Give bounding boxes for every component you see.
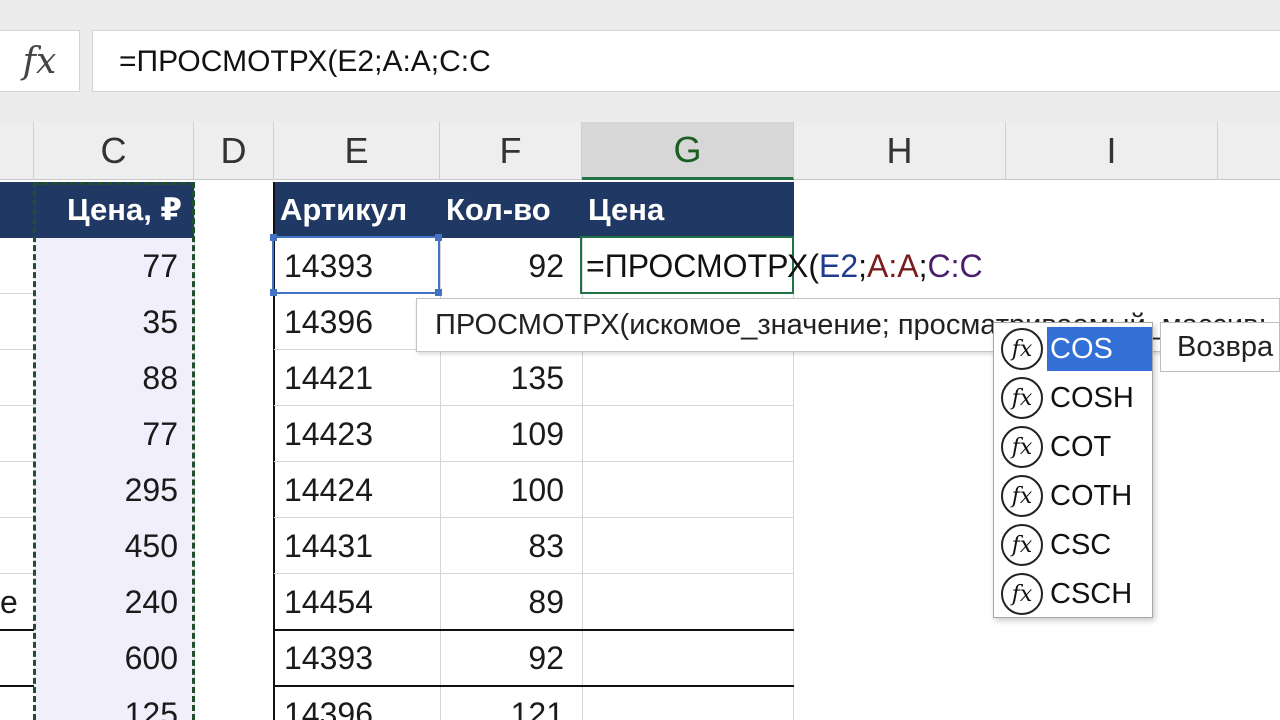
column-header-d[interactable]: D xyxy=(194,122,274,180)
qty-cell[interactable]: 109 xyxy=(440,406,582,462)
reference-highlight-e2 xyxy=(270,234,442,296)
autocomplete-list[interactable]: fx COS fx COSH fx COT fx COTH fx CSC fx … xyxy=(993,322,1153,618)
formula-ref-e2: E2 xyxy=(818,248,859,284)
fx-function-icon: fx xyxy=(1001,426,1043,468)
price-cell[interactable]: 125 xyxy=(34,686,194,720)
autocomplete-item-cos[interactable]: fx COS xyxy=(994,324,1152,373)
autocomplete-item-cot[interactable]: fx COT xyxy=(994,422,1152,471)
fx-function-icon: fx xyxy=(1001,524,1043,566)
price-lookup-header-cell[interactable]: Цена xyxy=(582,182,794,238)
article-cell[interactable]: 14421 xyxy=(274,350,440,406)
resize-handle[interactable] xyxy=(435,289,442,296)
autocomplete-item-label: COT xyxy=(1050,431,1112,463)
fx-function-icon: fx xyxy=(1001,573,1043,615)
insert-function-button[interactable]: fx xyxy=(0,30,80,92)
cell-edit-formula[interactable]: =ПРОСМОТРХ(E2;A:A;C:C xyxy=(586,238,983,294)
grid-line xyxy=(0,573,34,574)
formula-separator: ; xyxy=(858,248,867,284)
copy-marquee-right xyxy=(192,182,195,720)
qty-cell[interactable]: 135 xyxy=(440,350,582,406)
copy-marquee-top xyxy=(33,182,195,185)
price-cell[interactable]: 77 xyxy=(34,406,194,462)
resize-handle[interactable] xyxy=(435,234,442,241)
article-header-cell[interactable]: Артикул xyxy=(274,182,440,238)
price-cell[interactable]: 77 xyxy=(34,238,194,294)
article-cell[interactable]: 14431 xyxy=(274,518,440,574)
autocomplete-item-label: CSCH xyxy=(1050,578,1133,610)
qty-cell[interactable]: 92 xyxy=(440,238,582,294)
qty-cell[interactable]: 92 xyxy=(440,630,582,686)
column-header-h[interactable]: H xyxy=(794,122,1006,180)
resize-handle[interactable] xyxy=(270,234,277,241)
column-header-c[interactable]: C xyxy=(34,122,194,180)
price-header-cell[interactable]: Цена, ₽ xyxy=(34,182,194,238)
autocomplete-item-label: COSH xyxy=(1050,382,1134,414)
autocomplete-item-label: CSC xyxy=(1050,529,1112,561)
autocomplete-item-label: COTH xyxy=(1050,480,1133,512)
grid-line xyxy=(0,629,34,631)
clipped-cell-text[interactable]: е xyxy=(0,574,30,630)
autocomplete-item-csc[interactable]: fx CSC xyxy=(994,520,1152,569)
column-header-partial[interactable] xyxy=(0,122,34,180)
fx-function-icon: fx xyxy=(1001,475,1043,517)
qty-cell[interactable]: 121 xyxy=(440,686,582,720)
article-cell[interactable]: 14454 xyxy=(274,574,440,630)
formula-input[interactable]: =ПРОСМОТРХ(E2;A:A;C:C xyxy=(92,30,1280,92)
column-header-f[interactable]: F xyxy=(440,122,582,180)
grid-line xyxy=(0,461,34,462)
grid-line xyxy=(0,517,34,518)
formula-ref-a: A:A xyxy=(867,248,919,284)
price-cell[interactable]: 600 xyxy=(34,630,194,686)
copy-marquee-left xyxy=(33,182,36,720)
grid-line xyxy=(274,461,794,462)
price-cell[interactable]: 450 xyxy=(34,518,194,574)
formula-ref-c: C:C xyxy=(927,248,983,284)
table-border-row xyxy=(274,629,794,631)
article-cell[interactable]: 14423 xyxy=(274,406,440,462)
grid-line xyxy=(274,573,794,574)
article-cell[interactable]: 14393 xyxy=(274,630,440,686)
autocomplete-item-csch[interactable]: fx CSCH xyxy=(994,569,1152,618)
column-header-e[interactable]: E xyxy=(274,122,440,180)
price-cell[interactable]: 240 xyxy=(34,574,194,630)
qty-cell[interactable]: 89 xyxy=(440,574,582,630)
fx-function-icon: fx xyxy=(1001,328,1043,370)
autocomplete-item-cosh[interactable]: fx COSH xyxy=(994,373,1152,422)
fx-function-icon: fx xyxy=(1001,377,1043,419)
column-header-g[interactable]: G xyxy=(582,122,794,180)
grid-line xyxy=(0,685,34,687)
grid-line xyxy=(274,405,794,406)
grid-line xyxy=(0,349,34,350)
fx-icon: fx xyxy=(22,40,57,82)
qty-header-cell[interactable]: Кол-во xyxy=(440,182,582,238)
header-cell-partial[interactable] xyxy=(0,182,34,238)
autocomplete-item-label: COS xyxy=(1047,327,1152,371)
article-cell[interactable]: 14424 xyxy=(274,462,440,518)
price-cell[interactable]: 88 xyxy=(34,350,194,406)
grid-line xyxy=(0,293,34,294)
grid-line xyxy=(0,405,34,406)
price-cell[interactable]: 35 xyxy=(34,294,194,350)
grid-line xyxy=(274,517,794,518)
formula-prefix: =ПРОСМОТРХ( xyxy=(586,248,819,284)
formula-bar: fx =ПРОСМОТРХ(E2;A:A;C:C xyxy=(0,0,1280,122)
qty-cell[interactable]: 100 xyxy=(440,462,582,518)
resize-handle[interactable] xyxy=(270,289,277,296)
function-description-tooltip: Возвра xyxy=(1160,322,1280,372)
table-border-row xyxy=(274,685,794,687)
column-header-partial-right[interactable] xyxy=(1218,122,1280,180)
article-cell[interactable]: 14396 xyxy=(274,686,440,720)
autocomplete-item-coth[interactable]: fx COTH xyxy=(994,471,1152,520)
price-cell[interactable]: 295 xyxy=(34,462,194,518)
qty-cell[interactable]: 83 xyxy=(440,518,582,574)
column-header-i[interactable]: I xyxy=(1006,122,1218,180)
